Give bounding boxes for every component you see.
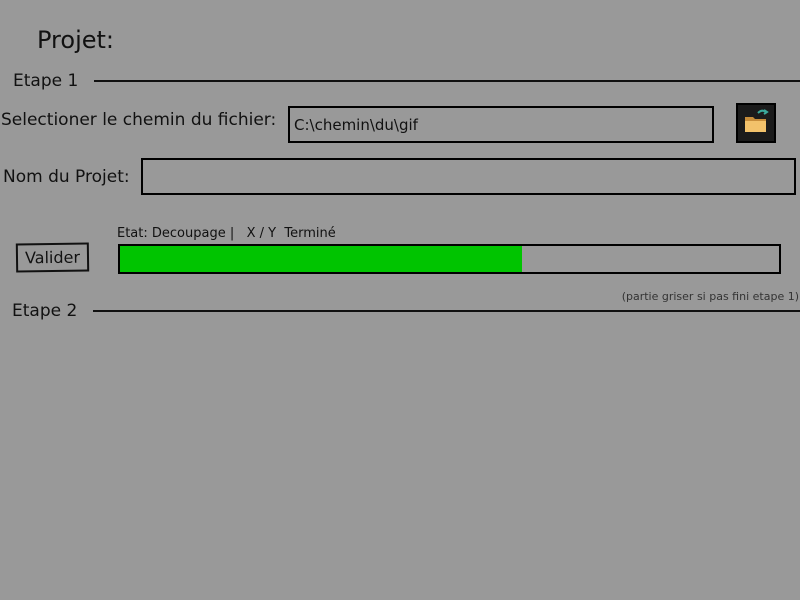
project-name-input[interactable] bbox=[141, 158, 796, 195]
step2-label: Etape 2 bbox=[12, 301, 78, 321]
step2-header: Etape 2 bbox=[0, 299, 800, 323]
step2-divider bbox=[93, 310, 800, 312]
project-name-label: Nom du Projet: bbox=[3, 167, 130, 187]
file-path-label: Selectioner le chemin du fichier: bbox=[1, 110, 277, 130]
step1-header: Etape 1 bbox=[0, 69, 800, 93]
progress-bar bbox=[118, 244, 781, 274]
page-title: Projet: bbox=[37, 26, 115, 54]
status-text: Etat: Decoupage | X / Y Terminé bbox=[117, 226, 336, 241]
project-window: Projet: Etape 1 Selectioner le chemin du… bbox=[0, 0, 800, 600]
validate-button-label: Valider bbox=[24, 247, 81, 268]
step1-label: Etape 1 bbox=[13, 71, 79, 91]
browse-folder-button[interactable] bbox=[736, 103, 776, 143]
step1-divider bbox=[94, 80, 800, 82]
file-path-input[interactable] bbox=[288, 106, 714, 143]
folder-open-icon bbox=[742, 107, 770, 139]
progress-bar-fill bbox=[120, 246, 522, 272]
validate-button[interactable]: Valider bbox=[15, 242, 90, 273]
